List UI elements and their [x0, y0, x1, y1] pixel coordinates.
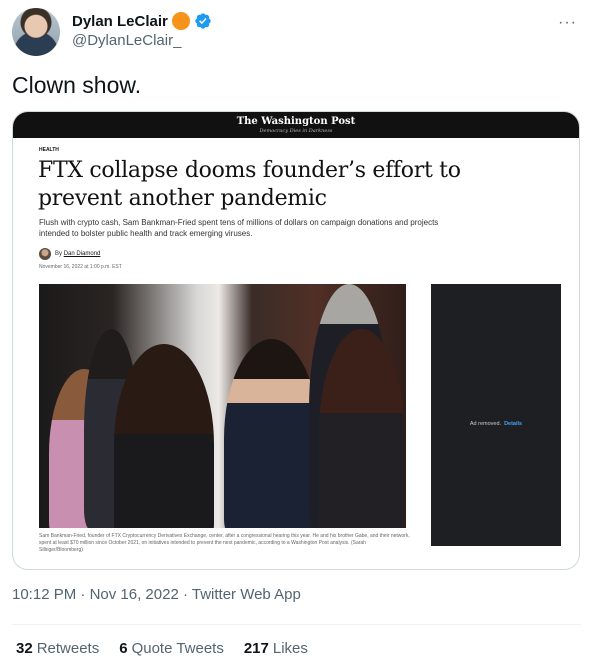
photo-caption: Sam Bankman-Fried, founder of FTX Crypto…: [39, 533, 410, 553]
ad-placeholder: Ad removed. Details: [431, 284, 561, 546]
author-avatar: [39, 248, 51, 260]
quotes-count: 6: [119, 640, 128, 657]
wapo-masthead: The Washington Post Democracy Dies in Da…: [13, 112, 579, 138]
display-name[interactable]: Dylan LeClair: [72, 13, 168, 30]
wapo-tagline: Democracy Dies in Darkness: [259, 128, 333, 134]
likes-label: Likes: [272, 640, 308, 657]
ad-text: Ad removed. Details: [431, 421, 561, 427]
divider: [12, 624, 581, 625]
tweet-text: Clown show.: [12, 72, 142, 98]
bitcoin-badge-icon: [171, 12, 190, 30]
byline-prefix: By: [55, 251, 63, 257]
retweets-count: 32: [16, 640, 33, 657]
article-headline: FTX collapse dooms founder’s effort to p…: [38, 158, 461, 211]
tweet-metadata: 10:12 PM · Nov 16, 2022 · Twitter Web Ap…: [12, 586, 301, 603]
user-handle[interactable]: @DylanLeClair_: [72, 32, 181, 49]
tweet-time[interactable]: 10:12 PM: [12, 586, 76, 603]
meta-separator: ·: [76, 586, 90, 603]
verified-badge-icon: [195, 13, 211, 29]
tweet-stats: 32 Retweets 6 Quote Tweets 217 Likes: [16, 640, 308, 657]
article-dek: Flush with crypto cash, Sam Bankman-Frie…: [39, 218, 439, 238]
retweets-label: Retweets: [36, 640, 100, 657]
more-options-icon[interactable]: ···: [558, 14, 577, 32]
avatar[interactable]: [12, 8, 60, 56]
quote-tweets-stat[interactable]: 6 Quote Tweets: [119, 640, 224, 657]
byline: By Dan Diamond: [55, 251, 100, 257]
wapo-logo: The Washington Post: [236, 116, 356, 127]
tweet-source-app[interactable]: Twitter Web App: [192, 586, 301, 603]
likes-count: 217: [243, 640, 269, 657]
photo-figure: [319, 329, 404, 528]
article-dateline: November 16, 2022 at 1:00 p.m. EST: [39, 264, 122, 270]
retweets-stat[interactable]: 32 Retweets: [16, 640, 99, 657]
byline-author: Dan Diamond: [63, 251, 101, 257]
byline-row: By Dan Diamond: [39, 248, 100, 260]
article-section: HEALTH: [39, 147, 59, 153]
name-row: Dylan LeClair: [72, 12, 212, 30]
photo-figure: [224, 339, 319, 528]
tweet-media-image[interactable]: The Washington Post Democracy Dies in Da…: [12, 111, 580, 570]
photo-figure: [114, 344, 214, 528]
tweet-header: Dylan LeClair @DylanLeClair_ ···: [12, 8, 581, 58]
article-photo: [39, 284, 406, 528]
likes-stat[interactable]: 217 Likes: [244, 640, 308, 657]
ad-removed-label: Ad removed.: [469, 421, 502, 427]
ad-details-link[interactable]: Details: [504, 421, 522, 427]
tweet-date[interactable]: Nov 16, 2022: [90, 586, 179, 603]
meta-separator: ·: [178, 586, 192, 603]
quotes-label: Quote Tweets: [131, 640, 224, 657]
